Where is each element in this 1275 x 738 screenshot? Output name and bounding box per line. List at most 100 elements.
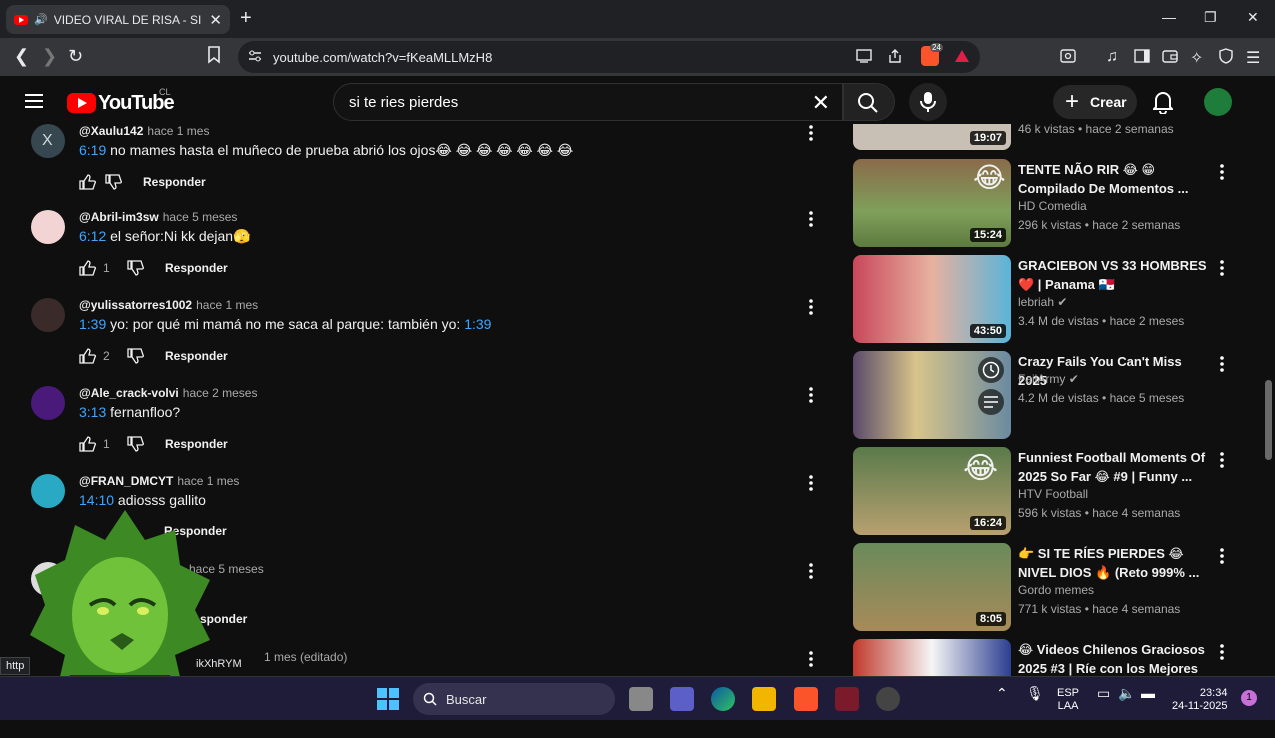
new-tab-button[interactable]: + xyxy=(240,7,252,30)
comment-more-icon[interactable] xyxy=(805,650,817,668)
comment-time[interactable]: 1 mes (editado) xyxy=(264,650,347,664)
comment-more-icon[interactable] xyxy=(805,210,817,228)
video-thumbnail[interactable] xyxy=(853,639,1011,676)
comment-timestamp-link[interactable]: 6:12 xyxy=(79,228,106,244)
taskbar-search[interactable]: Buscar xyxy=(413,683,615,715)
search-button[interactable] xyxy=(843,83,895,121)
comment-more-icon[interactable] xyxy=(805,562,817,580)
video-title[interactable]: Funniest Football Moments Of 2025 So Far… xyxy=(1018,448,1208,486)
video-channel[interactable]: HD Comedia xyxy=(1018,199,1087,213)
watch-later-icon[interactable] xyxy=(978,357,1004,383)
comment-timestamp-link[interactable]: 1:39 xyxy=(79,316,106,332)
create-button[interactable]: + Crear xyxy=(1053,85,1137,119)
video-more-icon[interactable] xyxy=(1218,451,1226,469)
dislike-icon[interactable] xyxy=(127,436,145,452)
close-window-button[interactable]: ✕ xyxy=(1247,9,1259,26)
tray-microphone-icon[interactable]: 🎙 xyxy=(1026,686,1044,700)
comment-timestamp-link[interactable]: 3:13 xyxy=(79,404,106,420)
file-explorer-icon[interactable] xyxy=(752,687,776,711)
dislike-icon[interactable] xyxy=(105,174,123,190)
comment-time[interactable]: hace 2 meses xyxy=(183,386,258,400)
browser-tab[interactable]: 🔊 VIDEO VIRAL DE RISA - SI TE R ✕ xyxy=(6,5,230,34)
battery-icon[interactable]: ▬ xyxy=(1141,686,1155,700)
video-thumbnail[interactable]: 8:05 xyxy=(853,543,1011,631)
video-thumbnail[interactable]: 43:50 xyxy=(853,255,1011,343)
video-more-icon[interactable] xyxy=(1218,259,1226,277)
site-settings-icon[interactable] xyxy=(248,49,262,68)
vpn-icon[interactable] xyxy=(1218,48,1234,69)
comment-more-icon[interactable] xyxy=(805,298,817,316)
like-icon[interactable] xyxy=(79,260,97,276)
dislike-icon[interactable] xyxy=(127,260,145,276)
reply-button[interactable]: Responder xyxy=(143,175,206,189)
video-more-icon[interactable] xyxy=(1218,163,1226,181)
video-channel[interactable]: HTV Football xyxy=(1018,487,1088,501)
comment-author[interactable]: @Ale_crack-volvi xyxy=(79,386,179,400)
windows-start-icon[interactable] xyxy=(377,688,399,710)
maximize-button[interactable]: ❐ xyxy=(1204,9,1217,26)
tray-overflow-icon[interactable]: ⌃ xyxy=(996,686,1008,700)
related-video[interactable]: 😂 16:24 Funniest Football Moments Of 202… xyxy=(853,447,1258,537)
scrollbar-thumb[interactable] xyxy=(1265,380,1272,460)
youtube-logo-icon[interactable] xyxy=(67,93,96,113)
video-title[interactable]: TENTE NÃO RIR 😂 😁 Compilado De Momentos … xyxy=(1018,160,1208,198)
video-more-icon[interactable] xyxy=(1218,643,1226,661)
comment-more-icon[interactable] xyxy=(805,386,817,404)
video-channel[interactable]: Gordo memes xyxy=(1018,583,1094,597)
steam-icon[interactable] xyxy=(876,687,900,711)
clock[interactable]: 23:34 24-11-2025 xyxy=(1172,687,1227,713)
share-icon[interactable] xyxy=(887,49,903,68)
back-button[interactable]: ❮ xyxy=(14,46,29,67)
edge-icon[interactable] xyxy=(711,687,735,711)
media-icon[interactable]: ♫ xyxy=(1106,48,1118,66)
forward-button[interactable]: ❯ xyxy=(42,46,57,67)
comment-time[interactable]: hace 1 mes xyxy=(177,474,239,488)
comment-timestamp-link[interactable]: 1:39 xyxy=(464,316,491,332)
leo-ai-icon[interactable]: ✧ xyxy=(1190,48,1203,68)
comment-more-icon[interactable] xyxy=(805,124,817,142)
reload-button[interactable]: ↻ xyxy=(68,46,83,67)
browser-menu-icon[interactable]: ☰ xyxy=(1246,48,1260,68)
notifications-icon[interactable] xyxy=(1151,90,1175,119)
commenter-avatar[interactable]: X xyxy=(31,124,65,158)
sidebar-icon[interactable] xyxy=(1134,48,1150,69)
like-icon[interactable] xyxy=(79,174,97,190)
comment-time[interactable]: hace 5 meses xyxy=(163,210,238,224)
video-thumbnail[interactable]: 19:07 xyxy=(853,124,1011,150)
voice-search-button[interactable] xyxy=(909,83,947,121)
comment-author[interactable]: @yulissatorres1002 xyxy=(79,298,192,312)
app-taskbar-icon[interactable] xyxy=(835,687,859,711)
video-channel[interactable]: FailArmy ✔ xyxy=(1018,372,1079,386)
video-thumbnail[interactable]: 😂 16:24 xyxy=(853,447,1011,535)
reply-button[interactable]: Responder xyxy=(165,437,228,451)
related-video-partial[interactable]: 19:07 46 k vistas • hace 2 semanas xyxy=(853,124,1258,150)
volume-icon[interactable]: 🔈 xyxy=(1118,686,1135,700)
comment-author[interactable]: @FRAN_DMCYT xyxy=(79,474,173,488)
video-channel[interactable]: lebriah ✔ xyxy=(1018,295,1067,309)
like-icon[interactable] xyxy=(79,348,97,364)
video-title[interactable]: 😂 Videos Chilenos Graciosos 2025 #3 | Rí… xyxy=(1018,640,1208,676)
brave-rewards-icon[interactable] xyxy=(954,49,970,68)
comment-more-icon[interactable] xyxy=(805,474,817,492)
dislike-icon[interactable] xyxy=(127,348,145,364)
brave-taskbar-icon[interactable] xyxy=(794,687,818,711)
guide-menu-icon[interactable] xyxy=(25,94,43,108)
minimize-button[interactable]: — xyxy=(1162,9,1176,25)
commenter-avatar[interactable] xyxy=(31,474,65,508)
video-title[interactable]: 👉 SI TE RÍES PIERDES 😂 NIVEL DIOS 🔥 (Ret… xyxy=(1018,544,1208,582)
clear-search-icon[interactable]: ✕ xyxy=(812,90,830,116)
account-avatar[interactable] xyxy=(1204,88,1232,116)
commenter-avatar[interactable] xyxy=(31,210,65,244)
wallet-icon[interactable] xyxy=(1162,48,1178,69)
video-thumbnail[interactable]: 😂 15:24 xyxy=(853,159,1011,247)
related-video[interactable]: 😂 Videos Chilenos Graciosos 2025 #3 | Rí… xyxy=(853,639,1258,676)
language-indicator[interactable]: ESP LAA xyxy=(1057,687,1079,713)
video-more-icon[interactable] xyxy=(1218,355,1226,373)
video-more-icon[interactable] xyxy=(1218,547,1226,565)
related-video[interactable]: 43:50 GRACIEBON VS 33 HOMBRES ❤️ | Panam… xyxy=(853,255,1258,345)
commenter-avatar[interactable] xyxy=(31,386,65,420)
reply-button[interactable]: Responder xyxy=(165,261,228,275)
comment-time[interactable]: hace 1 mes xyxy=(147,124,209,138)
search-input[interactable]: si te ries pierdes ✕ xyxy=(333,83,843,121)
commenter-avatar[interactable] xyxy=(31,298,65,332)
